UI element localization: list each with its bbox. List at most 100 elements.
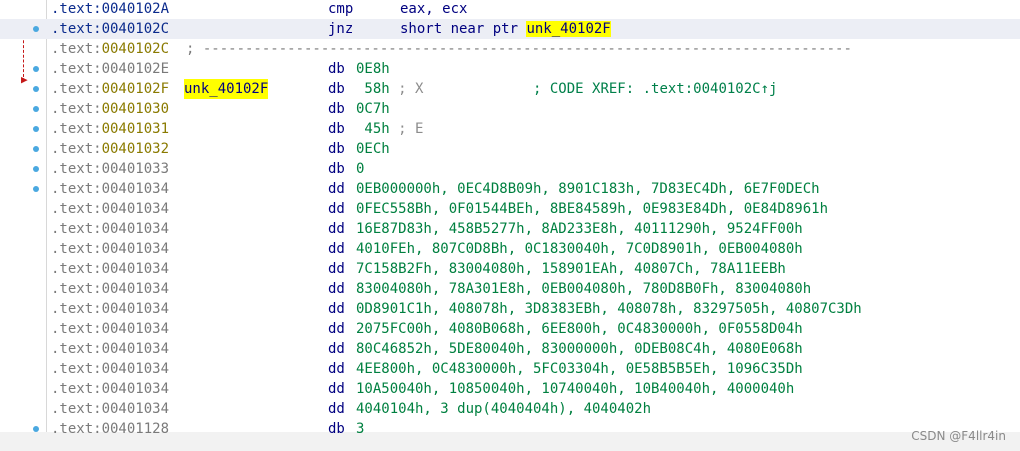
operands[interactable]: eax, ecx	[400, 0, 467, 19]
listing-line[interactable]: .text:00401034 dd 4010FEh, 807C0D8Bh, 0C18…	[0, 239, 1020, 259]
listing-line[interactable]: .text:0040102C jnz short near ptr unk_4010…	[0, 19, 1020, 39]
line-address[interactable]: .text:00401034	[51, 219, 169, 239]
breakpoint-dot-icon[interactable]	[33, 106, 39, 112]
code-xref-comment[interactable]: ; CODE XREF: .text:0040102C↑j	[423, 81, 777, 97]
operands[interactable]: 3	[356, 419, 364, 439]
line-address[interactable]: .text:00401034	[51, 339, 169, 359]
line-address[interactable]: .text:0040102E	[51, 59, 169, 79]
operands[interactable]: 0C7h	[356, 99, 390, 119]
address-offset: 0040102F	[101, 81, 170, 97]
operands[interactable]: 0	[356, 159, 364, 179]
line-address[interactable]: .text:00401034	[51, 379, 169, 399]
line-address[interactable]: .text:0040102C	[51, 39, 169, 59]
listing-line[interactable]: .text:00401034 dd 7C158B2Fh, 83004080h, 15…	[0, 259, 1020, 279]
mnemonic[interactable]: dd	[328, 359, 345, 379]
mnemonic[interactable]: dd	[328, 219, 345, 239]
line-address[interactable]: .text:00401034	[51, 199, 169, 219]
operands[interactable]: 0ECh	[356, 139, 390, 159]
line-address[interactable]: .text:0040102A	[51, 0, 169, 19]
listing-line[interactable]: .text:00401034 dd 80C46852h, 5DE80040h, 83…	[0, 339, 1020, 359]
jump-target-label[interactable]: unk_40102F	[526, 21, 611, 37]
line-address[interactable]: .text:00401031	[51, 119, 169, 139]
operands[interactable]: 0D8901C1h, 408078h, 3D8383EBh, 408078h, …	[356, 299, 862, 319]
line-address[interactable]: .text:0040102C	[51, 19, 169, 39]
mnemonic[interactable]: db	[328, 159, 345, 179]
listing-line[interactable]: .text:00401128 db 3	[0, 419, 1020, 439]
listing-line[interactable]: .text:00401034 dd 2075FC00h, 4080B068h, 6E…	[0, 319, 1020, 339]
listing-line[interactable]: .text:0040102A cmp eax, ecx	[0, 0, 1020, 19]
listing-line[interactable]: .text:00401033 db 0	[0, 159, 1020, 179]
address-offset: 00401034	[101, 401, 170, 417]
mnemonic[interactable]: dd	[328, 179, 345, 199]
operands[interactable]: 16E87D83h, 458B5277h, 8AD233E8h, 4011129…	[356, 219, 803, 239]
listing-line[interactable]: .text:00401034 dd 83004080h, 78A301E8h, 0E…	[0, 279, 1020, 299]
listing-line[interactable]: .text:00401030 db 0C7h	[0, 99, 1020, 119]
listing-line[interactable]: .text:00401034 dd 16E87D83h, 458B5277h, 8A…	[0, 219, 1020, 239]
listing-line[interactable]: .text:00401034 dd 4040104h, 3 dup(4040404h…	[0, 399, 1020, 419]
line-address[interactable]: .text:00401034	[51, 239, 169, 259]
listing-line[interactable]: .text:00401034 dd 0EB000000h, 0EC4D8B09h, …	[0, 179, 1020, 199]
mnemonic[interactable]: dd	[328, 199, 345, 219]
line-address[interactable]: .text:00401128	[51, 419, 169, 439]
operands[interactable]: 80C46852h, 5DE80040h, 83000000h, 0DEB08C…	[356, 339, 803, 359]
listing-line[interactable]: .text:00401034 dd 10A50040h, 10850040h, 10…	[0, 379, 1020, 399]
listing-line[interactable]: .text:00401031 db 45h ; E	[0, 119, 1020, 139]
mnemonic[interactable]: dd	[328, 399, 345, 419]
breakpoint-dot-icon[interactable]	[33, 86, 39, 92]
breakpoint-dot-icon[interactable]	[33, 426, 39, 432]
mnemonic[interactable]: dd	[328, 239, 345, 259]
mnemonic[interactable]: dd	[328, 379, 345, 399]
operands[interactable]: 4040104h, 3 dup(4040404h), 4040402h	[356, 399, 651, 419]
operands[interactable]: 45h ; E	[356, 119, 423, 139]
listing-line[interactable]: .text:00401034 dd 4EE800h, 0C4830000h, 5FC…	[0, 359, 1020, 379]
mnemonic[interactable]: db	[328, 99, 345, 119]
mnemonic[interactable]: db	[328, 59, 345, 79]
breakpoint-dot-icon[interactable]	[33, 146, 39, 152]
line-address[interactable]: .text:00401034	[51, 279, 169, 299]
line-address[interactable]: .text:00401033	[51, 159, 169, 179]
line-address[interactable]: .text:00401034	[51, 259, 169, 279]
mnemonic[interactable]: dd	[328, 339, 345, 359]
mnemonic[interactable]: db	[328, 419, 345, 439]
operands[interactable]: short near ptr unk_40102F	[400, 19, 611, 39]
line-address[interactable]: .text:0040102F	[51, 79, 169, 99]
mnemonic[interactable]: db	[328, 139, 345, 159]
mnemonic[interactable]: db	[328, 79, 345, 99]
operands[interactable]: 0E8h	[356, 59, 390, 79]
listing-line[interactable]: .text:0040102C ; ------------------------…	[0, 39, 1020, 59]
operands[interactable]: 58h ; X ; CODE XREF: .text:0040102C↑j	[356, 79, 777, 99]
breakpoint-dot-icon[interactable]	[33, 66, 39, 72]
listing-line[interactable]: .text:0040102E db 0E8h	[0, 59, 1020, 79]
mnemonic[interactable]: db	[328, 119, 345, 139]
operands[interactable]: 4010FEh, 807C0D8Bh, 0C1830040h, 7C0D8901…	[356, 239, 803, 259]
listing-line[interactable]: .text:00401034 dd 0FEC558Bh, 0F01544BEh, 8…	[0, 199, 1020, 219]
mnemonic[interactable]: cmp	[328, 0, 353, 19]
operands[interactable]: 83004080h, 78A301E8h, 0EB004080h, 780D8B…	[356, 279, 811, 299]
breakpoint-dot-icon[interactable]	[33, 166, 39, 172]
operands[interactable]: 2075FC00h, 4080B068h, 6EE800h, 0C4830000…	[356, 319, 803, 339]
line-address[interactable]: .text:00401034	[51, 299, 169, 319]
line-address[interactable]: .text:00401034	[51, 319, 169, 339]
listing-line[interactable]: .text:00401034 dd 0D8901C1h, 408078h, 3D83…	[0, 299, 1020, 319]
operands[interactable]: 7C158B2Fh, 83004080h, 158901EAh, 40807Ch…	[356, 259, 786, 279]
listing-line[interactable]: .text:0040102F unk_40102F db 58h ; X ; COD…	[0, 79, 1020, 99]
operands[interactable]: 0FEC558Bh, 0F01544BEh, 8BE84589h, 0E983E…	[356, 199, 828, 219]
breakpoint-dot-icon[interactable]	[33, 126, 39, 132]
operands[interactable]: 4EE800h, 0C4830000h, 5FC03304h, 0E58B5B5…	[356, 359, 803, 379]
mnemonic[interactable]: dd	[328, 279, 345, 299]
line-address[interactable]: .text:00401034	[51, 399, 169, 419]
line-address[interactable]: .text:00401034	[51, 179, 169, 199]
label-name[interactable]: unk_40102F	[184, 79, 269, 99]
line-address[interactable]: .text:00401034	[51, 359, 169, 379]
operands[interactable]: 10A50040h, 10850040h, 10740040h, 10B4004…	[356, 379, 794, 399]
mnemonic[interactable]: dd	[328, 259, 345, 279]
mnemonic[interactable]: dd	[328, 299, 345, 319]
listing-line[interactable]: .text:00401032 db 0ECh	[0, 139, 1020, 159]
operands[interactable]: 0EB000000h, 0EC4D8B09h, 8901C183h, 7D83E…	[356, 179, 820, 199]
breakpoint-dot-icon[interactable]	[33, 186, 39, 192]
mnemonic[interactable]: dd	[328, 319, 345, 339]
line-address[interactable]: .text:00401030	[51, 99, 169, 119]
mnemonic[interactable]: jnz	[328, 19, 353, 39]
line-address[interactable]: .text:00401032	[51, 139, 169, 159]
breakpoint-dot-icon[interactable]	[33, 26, 39, 32]
